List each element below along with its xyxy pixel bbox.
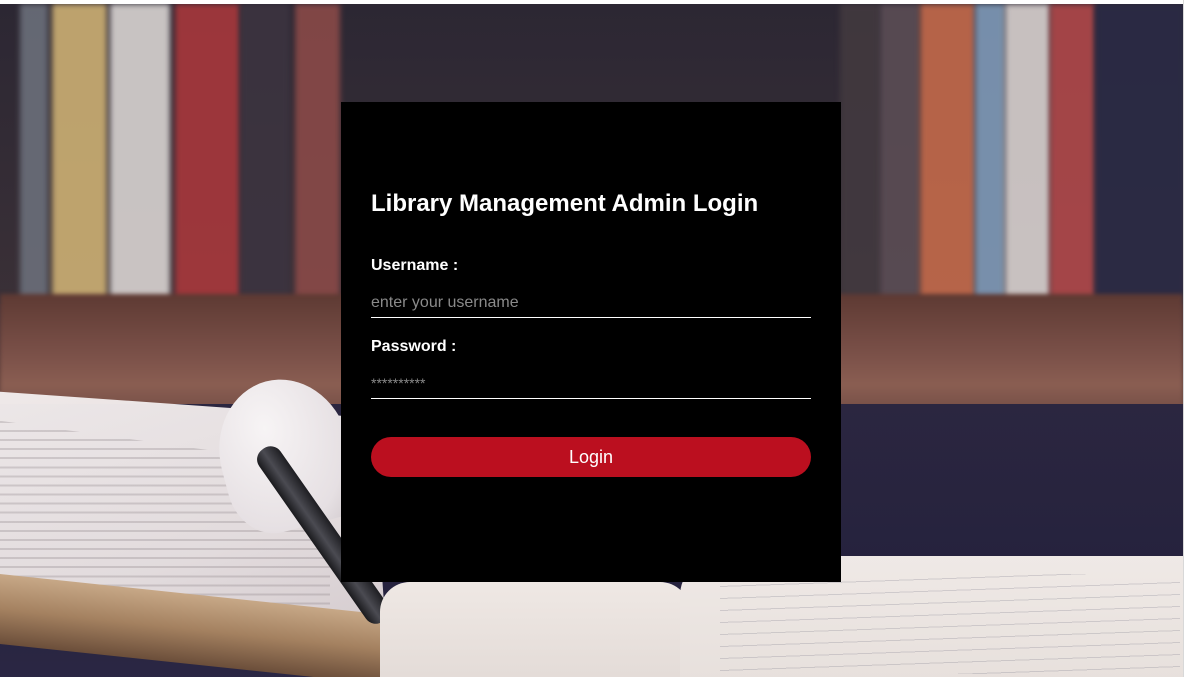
book-spine bbox=[175, 4, 240, 304]
login-form: Library Management Admin Login Username … bbox=[341, 102, 841, 582]
book-spine bbox=[1005, 4, 1050, 304]
book-spine bbox=[1050, 4, 1095, 304]
book-spine bbox=[20, 4, 48, 304]
book-spine bbox=[840, 4, 880, 304]
login-page: Library Management Admin Login Username … bbox=[0, 0, 1186, 677]
username-label: Username : bbox=[371, 257, 459, 274]
book-handwriting-lines bbox=[720, 574, 1180, 674]
window-top-border bbox=[0, 0, 1186, 4]
password-input[interactable] bbox=[371, 368, 811, 399]
login-button[interactable]: Login bbox=[371, 437, 811, 477]
book-spine bbox=[1095, 4, 1183, 304]
book-spine bbox=[240, 4, 290, 304]
book-spine bbox=[295, 4, 340, 304]
login-title: Library Management Admin Login bbox=[371, 190, 759, 217]
open-book-middle-page bbox=[380, 582, 690, 677]
password-label: Password : bbox=[371, 338, 457, 355]
book-spine bbox=[52, 4, 107, 304]
book-spine bbox=[975, 4, 1005, 304]
username-input[interactable] bbox=[371, 288, 811, 318]
book-spine bbox=[920, 4, 975, 304]
book-spine bbox=[880, 4, 920, 304]
book-spine bbox=[110, 4, 170, 304]
